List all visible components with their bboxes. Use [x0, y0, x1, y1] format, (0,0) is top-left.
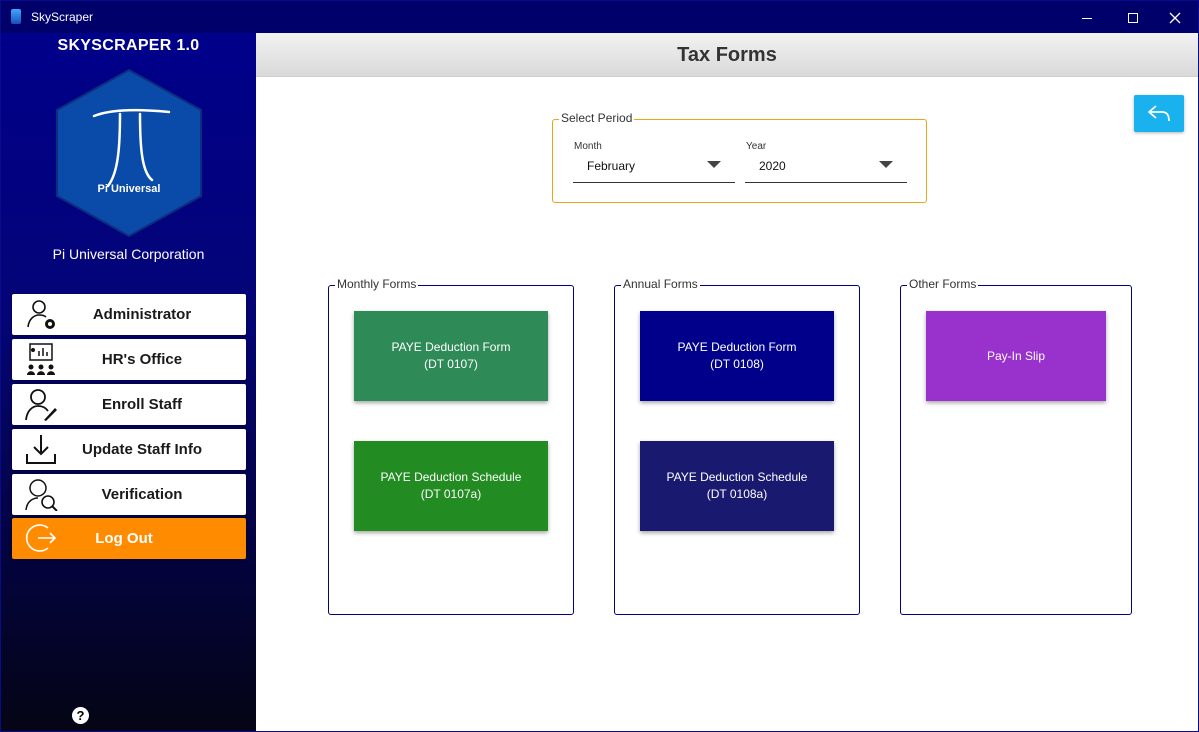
hr-office-label: HR's Office: [101, 351, 183, 368]
logout-label: Log Out: [95, 530, 153, 547]
other-forms-group: Other Forms Pay-In Slip: [900, 277, 1132, 615]
svg-text:Pi Universal: Pi Universal: [98, 183, 161, 195]
administrator-label: Administrator: [92, 306, 192, 323]
minimize-icon: [1082, 17, 1092, 19]
annual-forms-group: Annual Forms PAYE Deduction Form (DT 010…: [614, 277, 860, 615]
admin-gear-icon: [27, 300, 55, 329]
annual-forms-legend: Annual Forms: [621, 277, 700, 291]
logout-icon: [25, 524, 57, 552]
app-window: SkyScraper SKYSCRAPER 1.0 Pi Universal P…: [0, 0, 1199, 732]
logout-button[interactable]: Log Out: [12, 518, 246, 559]
help-icon[interactable]: ?: [72, 707, 89, 724]
verification-button[interactable]: Verification: [12, 474, 246, 515]
minimize-button[interactable]: [1064, 1, 1110, 33]
brand-title: SKYSCRAPER 1.0: [57, 37, 200, 54]
chevron-down-icon: [879, 161, 893, 168]
maximize-icon: [1128, 13, 1138, 24]
tile-title: Pay-In Slip: [986, 348, 1046, 363]
enroll-staff-label: Enroll Staff: [101, 396, 182, 413]
select-period-legend: Select Period: [559, 111, 635, 125]
verification-label: Verification: [101, 486, 183, 503]
administrator-button[interactable]: Administrator: [12, 294, 246, 335]
sidebar: SKYSCRAPER 1.0 Pi Universal Pi Universal…: [1, 33, 256, 731]
download-icon: [26, 435, 56, 464]
monthly-forms-group: Monthly Forms PAYE Deduction Form (DT 01…: [328, 277, 574, 615]
paye-deduction-schedule-dt0107a-button[interactable]: PAYE Deduction Schedule (DT 0107a): [354, 441, 548, 531]
title-bar[interactable]: SkyScraper: [1, 1, 1198, 33]
tile-code: (DT 0108): [710, 357, 764, 371]
update-staff-info-button[interactable]: Update Staff Info: [12, 429, 246, 470]
main-content: Tax Forms Select Period Month February Y…: [256, 33, 1198, 731]
year-value: 2020: [759, 159, 786, 173]
year-label: Year: [746, 141, 767, 152]
update-staff-info-label: Update Staff Info: [82, 441, 202, 458]
tile-title: PAYE Deduction Schedule: [666, 470, 808, 484]
paye-deduction-form-dt0108-button[interactable]: PAYE Deduction Form (DT 0108): [640, 311, 834, 401]
page-header: Tax Forms: [256, 33, 1198, 77]
tile-code: (DT 0107a): [420, 487, 482, 501]
presentation-icon: [27, 343, 55, 375]
enroll-staff-button[interactable]: Enroll Staff: [12, 384, 246, 425]
tile-code: (DT 0107): [424, 357, 478, 371]
hr-office-button[interactable]: HR's Office: [12, 339, 246, 380]
app-icon: [11, 9, 21, 24]
back-arrow-icon: [1148, 105, 1170, 122]
tile-title: PAYE Deduction Schedule: [380, 470, 522, 484]
window-title: SkyScraper: [31, 10, 94, 24]
pi-universal-logo: Pi Universal: [56, 68, 202, 238]
monthly-forms-legend: Monthly Forms: [335, 277, 419, 291]
back-button[interactable]: [1134, 95, 1184, 132]
close-button[interactable]: [1152, 1, 1198, 33]
paye-deduction-schedule-dt0108a-button[interactable]: PAYE Deduction Schedule (DT 0108a): [640, 441, 834, 531]
other-forms-legend: Other Forms: [907, 277, 979, 291]
face-scan-icon: [25, 479, 58, 511]
close-icon: [1169, 12, 1181, 24]
paye-deduction-form-dt0107-button[interactable]: PAYE Deduction Form (DT 0107): [354, 311, 548, 401]
pay-in-slip-button[interactable]: Pay-In Slip: [926, 311, 1106, 401]
page-title: Tax Forms: [677, 44, 777, 66]
month-label: Month: [574, 141, 602, 152]
chevron-down-icon: [707, 161, 721, 168]
maximize-button[interactable]: [1110, 1, 1156, 33]
company-name: Pi Universal Corporation: [52, 246, 205, 262]
select-period-group: Select Period Month February Year 2020: [552, 111, 927, 203]
tile-title: PAYE Deduction Form: [677, 340, 797, 354]
month-select[interactable]: Month February: [573, 140, 735, 183]
tile-code: (DT 0108a): [706, 487, 768, 501]
tile-title: PAYE Deduction Form: [391, 340, 511, 354]
user-edit-icon: [25, 389, 57, 421]
month-value: February: [587, 159, 636, 173]
year-select[interactable]: Year 2020: [745, 140, 907, 183]
